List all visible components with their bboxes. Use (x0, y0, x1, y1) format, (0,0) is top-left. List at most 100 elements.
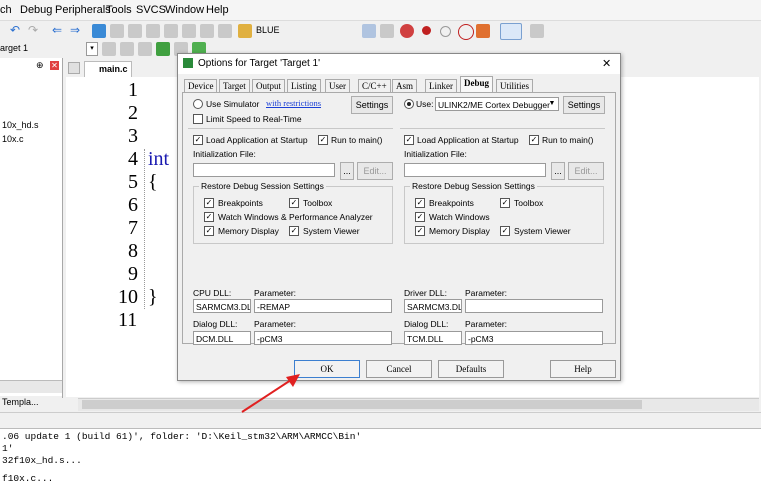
debugger-settings-button[interactable]: Settings (563, 96, 605, 114)
run-to-main-label: Run to main() (331, 135, 383, 145)
close-icon[interactable]: ✕ (602, 57, 611, 70)
use-debugger-radio[interactable] (404, 99, 414, 109)
menu-debug[interactable]: Debug (20, 4, 52, 16)
indent-icon[interactable] (164, 24, 178, 38)
simulator-settings-button[interactable]: Settings (351, 96, 393, 114)
chevron-down-icon[interactable]: ▼ (547, 98, 557, 110)
load-app-checkbox[interactable]: ✓ (404, 135, 414, 145)
run-to-main-checkbox[interactable]: ✓ (529, 135, 539, 145)
comment-icon[interactable] (200, 24, 214, 38)
clear-bookmarks-icon[interactable] (146, 24, 160, 38)
edit-button[interactable]: Edit... (357, 162, 393, 180)
breakpoint-disable-icon[interactable] (440, 26, 451, 37)
run-to-main-checkbox[interactable]: ✓ (318, 135, 328, 145)
output-header (0, 412, 761, 429)
line-number: 11 (118, 309, 138, 331)
cancel-button[interactable]: Cancel (366, 360, 432, 378)
line-number: 2 (128, 102, 138, 124)
menu-edit[interactable]: ch (0, 4, 12, 16)
nav-back-icon[interactable]: ⇐ (52, 23, 66, 37)
browse-button[interactable]: ... (340, 162, 354, 180)
dialog-titlebar[interactable]: Options for Target 'Target 1' ✕ (178, 54, 620, 74)
cpu-param-input[interactable]: -REMAP (254, 299, 392, 313)
find-in-files-icon[interactable] (238, 24, 252, 38)
toolbox-checkbox[interactable]: ✓ (289, 198, 299, 208)
dialog-param-input[interactable]: -pCM3 (465, 331, 603, 345)
manage-components-icon[interactable] (138, 42, 152, 56)
init-file-label: Initialization File: (404, 149, 467, 159)
help-button[interactable]: Help (550, 360, 616, 378)
redo-icon[interactable]: ↷ (28, 23, 42, 37)
menu-tools[interactable]: Tools (106, 4, 132, 16)
bookmark-icon[interactable] (92, 24, 106, 38)
debug-start-icon[interactable] (400, 24, 414, 38)
pin-icon[interactable]: ⊕ (36, 60, 44, 71)
edit-button[interactable]: Edit... (568, 162, 604, 180)
editor-hscroll[interactable] (78, 398, 759, 411)
load-app-checkbox[interactable]: ✓ (193, 135, 203, 145)
file-item[interactable]: 10x.c (2, 134, 24, 144)
close-icon[interactable]: ✕ (50, 61, 59, 70)
panel-hscroll[interactable] (0, 380, 62, 393)
window-layout-icon[interactable] (500, 23, 522, 40)
limit-speed-checkbox[interactable] (193, 114, 203, 124)
toolbox-checkbox[interactable]: ✓ (500, 198, 510, 208)
driver-param-input[interactable] (465, 299, 603, 313)
prev-bookmark-icon[interactable] (110, 24, 124, 38)
line-number: 8 (128, 240, 138, 262)
dialog-param-input[interactable]: -pCM3 (254, 331, 392, 345)
memory-checkbox[interactable]: ✓ (204, 226, 214, 236)
tab-templates[interactable]: Templa... (2, 397, 39, 407)
debugger-select[interactable]: ULINK2/ME Cortex Debugger (435, 97, 559, 111)
driver-dll-input[interactable]: SARMCM3.DLL (404, 299, 462, 313)
breakpoint-insert-icon[interactable] (422, 26, 431, 35)
uncomment-icon[interactable] (218, 24, 232, 38)
line-number: 7 (128, 217, 138, 239)
line-number: 5 (128, 171, 138, 193)
hscroll-thumb[interactable] (82, 400, 642, 409)
target-dropdown[interactable]: ▾ (86, 42, 98, 56)
watch-checkbox[interactable]: ✓ (204, 212, 214, 222)
memory-label: Memory Display (218, 226, 279, 236)
target-combo[interactable]: BLUE (256, 25, 280, 35)
menu-window[interactable]: Window (165, 4, 204, 16)
dialog-dll-input[interactable]: TCM.DLL (404, 331, 462, 345)
file-item[interactable]: 10x_hd.s (2, 120, 39, 130)
dialog-dll-input[interactable]: DCM.DLL (193, 331, 251, 345)
init-file-input[interactable] (193, 163, 335, 177)
browse-button[interactable]: ... (551, 162, 565, 180)
breakpoints-checkbox[interactable]: ✓ (204, 198, 214, 208)
dialog-title: Options for Target 'Target 1' (198, 58, 321, 69)
line-number: 4 (128, 148, 138, 170)
unindent-icon[interactable] (182, 24, 196, 38)
nav-forward-icon[interactable]: ⇒ (70, 23, 84, 37)
cpu-dll-input[interactable]: SARMCM3.DLL (193, 299, 251, 313)
breakpoint-kill-icon[interactable] (458, 24, 474, 40)
target-options-icon[interactable] (102, 42, 116, 56)
menu-svcs[interactable]: SVCS (136, 4, 166, 16)
menu-peripherals[interactable]: Peripherals (55, 4, 111, 16)
build-output: .06 update 1 (build 61)', folder: 'D:\Ke… (0, 428, 761, 486)
init-file-input[interactable] (404, 163, 546, 177)
file-extensions-icon[interactable] (120, 42, 134, 56)
cpu-param-label: Parameter: (254, 288, 297, 298)
find-icon[interactable] (362, 24, 376, 38)
system-viewer-checkbox[interactable]: ✓ (500, 226, 510, 236)
incremental-find-icon[interactable] (380, 24, 394, 38)
limit-speed-label: Limit Speed to Real-Time (206, 114, 302, 124)
system-viewer-checkbox[interactable]: ✓ (289, 226, 299, 236)
pack-installer-icon[interactable] (156, 42, 170, 56)
breakpoints-checkbox[interactable]: ✓ (415, 198, 425, 208)
menu-help[interactable]: Help (206, 4, 229, 16)
memory-checkbox[interactable]: ✓ (415, 226, 425, 236)
breakpoint-kill-all-icon[interactable] (476, 24, 490, 38)
init-file-label: Initialization File: (193, 149, 256, 159)
editor-tab-main[interactable]: main.c (84, 61, 132, 77)
watch-checkbox[interactable]: ✓ (415, 212, 425, 222)
configure-icon[interactable] (530, 24, 544, 38)
restrictions-link[interactable]: with restrictions (266, 98, 321, 108)
next-bookmark-icon[interactable] (128, 24, 142, 38)
use-simulator-radio[interactable] (193, 99, 203, 109)
defaults-button[interactable]: Defaults (438, 360, 504, 378)
undo-icon[interactable]: ↶ (10, 23, 24, 37)
